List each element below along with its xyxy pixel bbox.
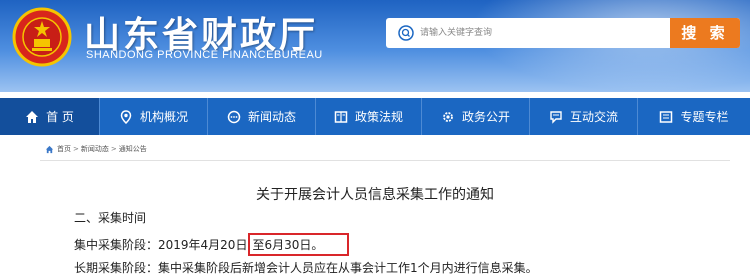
site-subtitle: SHANDONG PROVINCE FINANCEBUREAU <box>86 49 323 61</box>
nav-item-topics[interactable]: 专题专栏 <box>638 98 750 135</box>
content-divider <box>40 160 730 161</box>
nav-item-label: 机构概况 <box>139 110 188 124</box>
nav-item-about[interactable]: 机构概况 <box>100 98 208 135</box>
site-header: 山东省财政厅 SHANDONG PROVINCE FINANCEBUREAU 搜… <box>0 0 750 92</box>
line1-prefix: 集中采集阶段：2019年4月20日 <box>74 238 248 252</box>
gear-icon <box>443 111 453 122</box>
main-nav: 首 页 机构概况 新闻动态 政策法规 政务公开 互动交流 专题专栏 <box>0 98 750 135</box>
highlighted-date-range: 至6月30日。 <box>248 233 350 256</box>
search-input[interactable] <box>420 18 652 48</box>
nav-item-news[interactable]: 新闻动态 <box>208 98 316 135</box>
breadcrumb-notices[interactable]: 通知公告 <box>119 144 147 154</box>
breadcrumb: 首页 > 新闻动态 > 通知公告 <box>45 143 147 155</box>
breadcrumb-home[interactable]: 首页 <box>57 144 71 154</box>
breadcrumb-separator: > <box>110 145 117 153</box>
nav-item-label: 首 页 <box>46 110 74 124</box>
comment-icon <box>550 110 562 124</box>
chat-icon <box>227 110 241 123</box>
nav-item-interaction[interactable]: 互动交流 <box>530 98 638 135</box>
nav-item-home[interactable]: 首 页 <box>0 98 100 135</box>
national-emblem-icon <box>12 7 72 67</box>
section-heading: 二、采集时间 <box>74 211 147 225</box>
search-icon <box>398 25 414 41</box>
article-line-long-term: 长期采集阶段：集中采集阶段后新增会计人员应在从事会计工作1个月内进行信息采集。 <box>74 261 538 275</box>
folder-icon <box>660 110 673 123</box>
nav-item-label: 互动交流 <box>569 110 618 124</box>
book-icon <box>334 110 348 123</box>
article-title: 关于开展会计人员信息采集工作的通知 <box>256 187 494 203</box>
search-button[interactable]: 搜 索 <box>670 18 740 48</box>
nav-item-label: 新闻动态 <box>247 110 296 124</box>
nav-item-label: 专题专栏 <box>680 110 729 124</box>
home-icon <box>45 145 54 153</box>
nav-item-label: 政策法规 <box>354 110 403 124</box>
breadcrumb-separator: > <box>73 145 79 153</box>
home-icon <box>26 110 39 123</box>
nav-item-label: 政务公开 <box>461 110 510 124</box>
search-bar: 搜 索 <box>386 18 740 48</box>
article-line-centralized: 集中采集阶段：2019年4月20日 至6月30日。 <box>74 233 350 256</box>
breadcrumb-news[interactable]: 新闻动态 <box>81 144 109 154</box>
nav-item-public[interactable]: 政务公开 <box>422 98 530 135</box>
nav-item-policy[interactable]: 政策法规 <box>316 98 422 135</box>
location-icon <box>120 109 132 124</box>
